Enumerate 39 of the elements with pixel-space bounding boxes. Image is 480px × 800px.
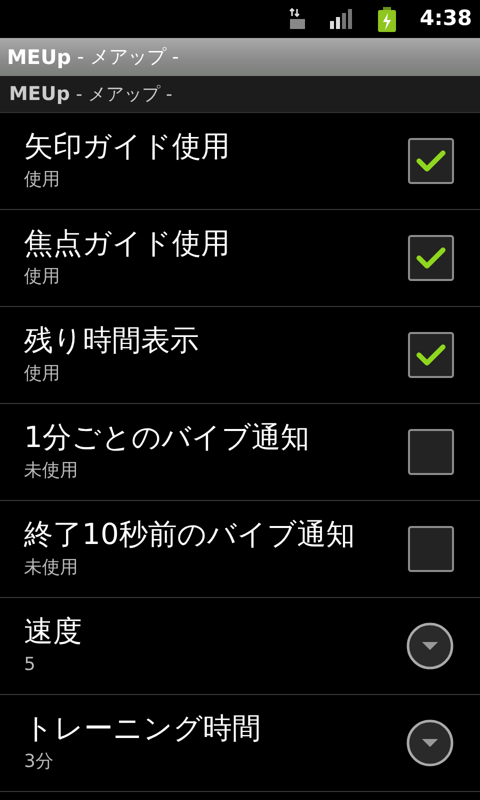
preference-title: 速度 <box>24 614 82 649</box>
checkbox[interactable] <box>408 429 454 475</box>
preference-title: 矢印ガイド使用 <box>24 129 230 164</box>
preference-title: 1分ごとのバイブ通知 <box>24 420 310 455</box>
checkbox[interactable] <box>408 332 454 378</box>
preference-row[interactable]: 矢印ガイド使用 使用 <box>0 113 480 210</box>
preference-row[interactable]: 残り時間表示 使用 <box>0 307 480 404</box>
preference-summary: 使用 <box>24 362 61 386</box>
dropdown-icon[interactable] <box>406 719 454 767</box>
preference-summary: 3分 <box>24 750 54 774</box>
checkbox[interactable] <box>408 235 454 281</box>
category-subtitle: - メアップ - <box>76 82 172 106</box>
preference-title: 残り時間表示 <box>24 323 199 358</box>
checkmark-icon <box>416 343 446 367</box>
preference-summary: 使用 <box>24 264 61 289</box>
checkbox[interactable] <box>408 526 454 572</box>
checkmark-icon <box>416 246 446 270</box>
app-subtitle: - メアップ - <box>77 44 179 70</box>
dropdown-icon[interactable] <box>406 622 454 670</box>
category-title: MEUp <box>9 82 70 107</box>
battery-charging-icon <box>378 6 396 32</box>
preference-row[interactable]: 速度 5 <box>0 598 480 695</box>
preference-summary: 未使用 <box>24 556 79 580</box>
network-icon <box>288 8 306 30</box>
checkbox[interactable] <box>408 138 454 184</box>
preference-title: 焦点ガイド使用 <box>24 226 230 261</box>
preference-row[interactable]: 1分ごとのバイブ通知 未使用 <box>0 404 480 501</box>
preference-row[interactable]: トレーニング時間 3分 <box>0 695 480 792</box>
preference-row[interactable]: 焦点ガイド使用 使用 <box>0 210 480 307</box>
preference-summary: 未使用 <box>24 458 79 483</box>
preference-title: 終了10秒前のバイブ通知 <box>24 517 355 552</box>
app-title: MEUp <box>7 44 72 71</box>
status-time: 4:38 <box>420 5 472 32</box>
signal-icon <box>330 9 354 29</box>
preference-summary: 5 <box>24 652 36 677</box>
preference-title: トレーニング時間 <box>24 711 261 746</box>
preference-row[interactable]: 終了10秒前のバイブ通知 未使用 <box>0 501 480 598</box>
checkmark-icon <box>416 149 446 173</box>
preference-summary: 使用 <box>24 168 61 192</box>
